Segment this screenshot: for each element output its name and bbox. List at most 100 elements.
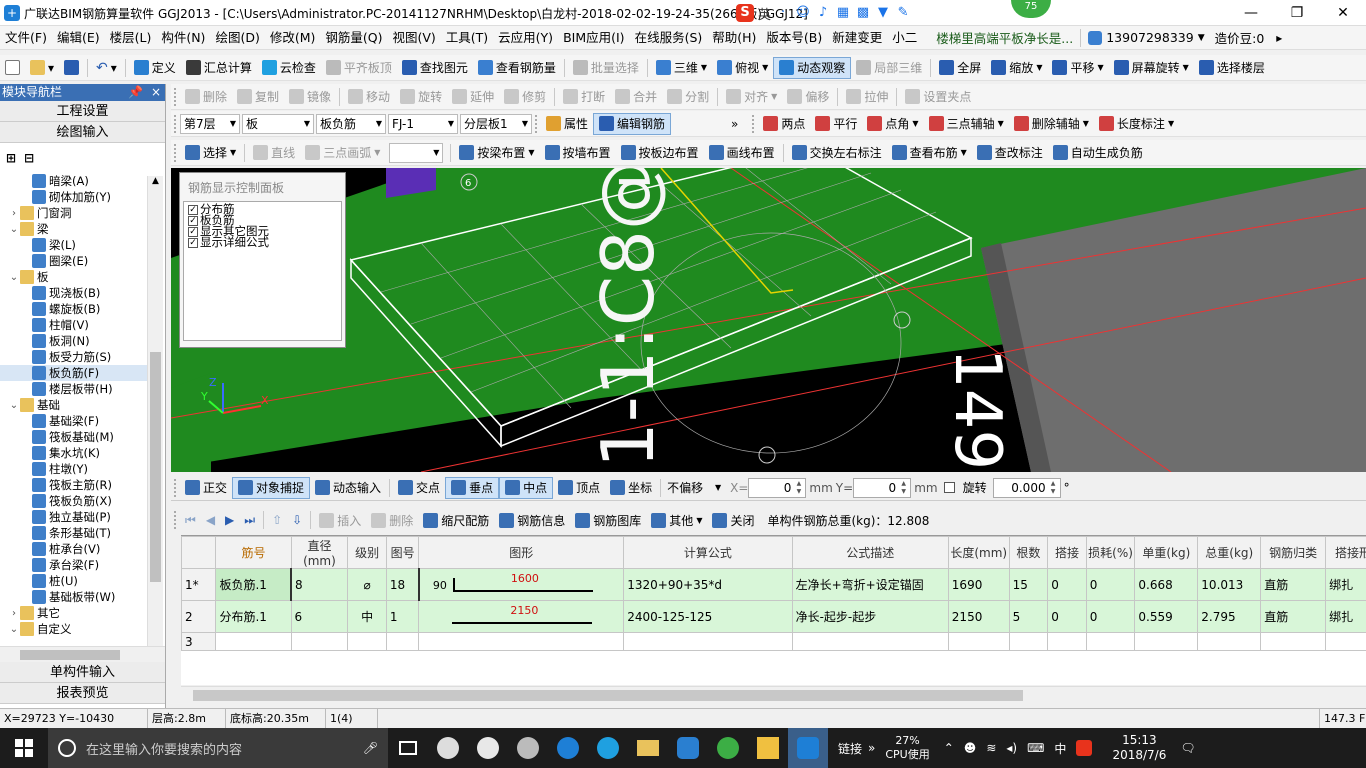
menu-item[interactable]: 修改(M): [265, 26, 321, 50]
tree-node[interactable]: 条形基础(T): [0, 525, 147, 541]
row-number[interactable]: 2: [180, 600, 217, 633]
expander-icon[interactable]: ⌄: [8, 224, 20, 235]
snap-toggle[interactable]: 顶点: [553, 476, 605, 500]
sogou-tray-icon[interactable]: [1076, 740, 1093, 756]
tree-node[interactable]: 柱帽(V): [0, 317, 147, 333]
edit-tool-button[interactable]: 拉伸: [841, 85, 893, 109]
tree-node[interactable]: 螺旋板(B): [0, 301, 147, 317]
edit-tool-button[interactable]: 旋转: [395, 85, 447, 109]
column-header[interactable]: 搭接: [1047, 536, 1087, 569]
tree-node[interactable]: ⌄ 自定义: [0, 621, 147, 637]
close-button[interactable]: ✕: [1320, 0, 1366, 26]
draw-tool-button[interactable]: 交换左右标注: [787, 141, 887, 165]
edit-rebar-button[interactable]: 编辑钢筋: [593, 112, 672, 135]
toolbar-button[interactable]: 批量选择: [568, 56, 644, 80]
chevron-down-icon[interactable]: ▼: [1198, 33, 1205, 43]
wifi-icon[interactable]: ≋: [986, 741, 996, 755]
y-input[interactable]: 0 ▲ ▼: [853, 477, 912, 498]
table-cell[interactable]: [1047, 632, 1087, 651]
axis-tool-button[interactable]: 两点: [758, 112, 810, 136]
axis-tool-button[interactable]: 删除辅轴 ▼: [1009, 112, 1094, 136]
menu-item[interactable]: 新建变更: [827, 26, 887, 50]
tree-node[interactable]: 梁(L): [0, 237, 147, 253]
prev-record-icon[interactable]: ◀: [201, 513, 220, 527]
notice-link[interactable]: 楼梯里高端平板净长是...: [936, 28, 1073, 47]
checkbox[interactable]: ✓: [188, 204, 198, 215]
app-icon[interactable]: +: [4, 5, 20, 21]
toolbar-button[interactable]: 云检查: [257, 56, 321, 80]
menu-item[interactable]: 帮助(H): [707, 26, 761, 50]
draw-tool-button[interactable]: 自动生成负筋: [1048, 141, 1148, 165]
360-browser-icon[interactable]: [708, 728, 748, 768]
grid-tool-button[interactable]: 删除: [366, 508, 418, 532]
snap-toggle[interactable]: 正交: [180, 476, 232, 500]
table-cell[interactable]: 2150: [947, 600, 1010, 633]
draw-tool-button[interactable]: 选择 ▼: [180, 141, 241, 165]
table-cell[interactable]: 18: [385, 568, 420, 601]
table-cell[interactable]: [1134, 632, 1199, 651]
mic-icon[interactable]: 🎤︎: [363, 741, 378, 755]
tree-node[interactable]: › 其它: [0, 605, 147, 621]
row-number[interactable]: 1*: [180, 568, 217, 601]
menu-item[interactable]: 编辑(E): [52, 26, 105, 50]
notification-badge[interactable]: 75: [1011, 0, 1051, 18]
task-view-icon[interactable]: [388, 728, 428, 768]
menu-item[interactable]: 钢筋量(Q): [320, 26, 387, 50]
table-cell[interactable]: 6: [290, 600, 349, 633]
tree-node[interactable]: 现浇板(B): [0, 285, 147, 301]
draw-tool-button[interactable]: 按梁布置 ▼: [454, 141, 539, 165]
table-cell[interactable]: [791, 632, 949, 651]
table-cell[interactable]: [215, 632, 292, 651]
floor-select[interactable]: 第7层 ▼: [180, 113, 240, 134]
table-cell[interactable]: 绑扎: [1325, 600, 1366, 633]
toolbar-button[interactable]: 汇总计算: [181, 56, 257, 80]
tree-node[interactable]: 板负筋(F): [0, 365, 147, 381]
table-cell[interactable]: [347, 632, 387, 651]
move-up-icon[interactable]: ⇧: [267, 513, 287, 527]
draw-tool-button[interactable]: 三点画弧 ▼: [300, 141, 385, 165]
grid-tool-button[interactable]: 插入: [314, 508, 366, 532]
table-cell[interactable]: 绑扎: [1325, 568, 1366, 601]
grid-tool-button[interactable]: 钢筋信息: [494, 508, 570, 532]
column-header[interactable]: 长度(mm): [947, 536, 1010, 569]
first-record-icon[interactable]: ⏮: [180, 513, 201, 528]
expander-icon[interactable]: ›: [8, 608, 20, 619]
tree-node[interactable]: 集水坑(K): [0, 445, 147, 461]
last-record-icon[interactable]: ⏭: [239, 513, 260, 528]
file-explorer-icon[interactable]: [628, 728, 668, 768]
snap-toggle[interactable]: 对象捕捉: [232, 476, 311, 499]
edge-icon[interactable]: [468, 728, 508, 768]
menu-item[interactable]: 在线服务(S): [630, 26, 708, 50]
keyboard-icon[interactable]: ▦: [835, 5, 851, 21]
subtype-select[interactable]: 板负筋 ▼: [316, 113, 386, 134]
nav-single-input[interactable]: 单构件输入: [0, 662, 165, 683]
draw-tool-button[interactable]: 画线布置: [704, 141, 780, 165]
table-cell[interactable]: 板负筋.1: [215, 568, 292, 601]
cpu-meter[interactable]: 27% CPU使用: [885, 734, 929, 762]
table-cell[interactable]: 中: [347, 600, 387, 633]
table-cell[interactable]: ⌀: [347, 568, 387, 601]
toolbar-button[interactable]: 查看钢筋量: [473, 56, 561, 80]
table-cell[interactable]: 5: [1008, 600, 1049, 633]
column-header[interactable]: 直径(mm): [290, 536, 349, 569]
smiley-icon[interactable]: ☺: [795, 5, 811, 21]
edit-tool-button[interactable]: 合并: [610, 85, 662, 109]
rotate-input[interactable]: 0.000 ▲ ▼: [992, 477, 1061, 498]
toolbar-button[interactable]: 全屏: [934, 56, 986, 80]
nav-close-icon[interactable]: ×: [151, 84, 161, 101]
table-cell[interactable]: 15: [1008, 568, 1049, 601]
grid-tool-button[interactable]: 钢筋图库: [570, 508, 646, 532]
table-cell[interactable]: 10.013: [1197, 568, 1262, 601]
toolbar-button[interactable]: 缩放 ▼: [986, 56, 1047, 80]
undo-button[interactable]: ↶ ▾: [91, 56, 122, 80]
glodon-g-icon[interactable]: [668, 728, 708, 768]
table-cell[interactable]: 直筋: [1260, 568, 1327, 601]
pin-icon[interactable]: 📌: [128, 84, 143, 101]
edit-tool-button[interactable]: 对齐 ▼: [721, 85, 782, 109]
tree-node[interactable]: 筏板主筋(R): [0, 477, 147, 493]
table-cell[interactable]: 1690: [947, 568, 1010, 601]
edit-tool-button[interactable]: 修剪: [499, 85, 551, 109]
expander-icon[interactable]: ›: [8, 208, 20, 219]
edit-tool-button[interactable]: 镜像: [284, 85, 336, 109]
menu-item[interactable]: 云应用(Y): [493, 26, 558, 50]
